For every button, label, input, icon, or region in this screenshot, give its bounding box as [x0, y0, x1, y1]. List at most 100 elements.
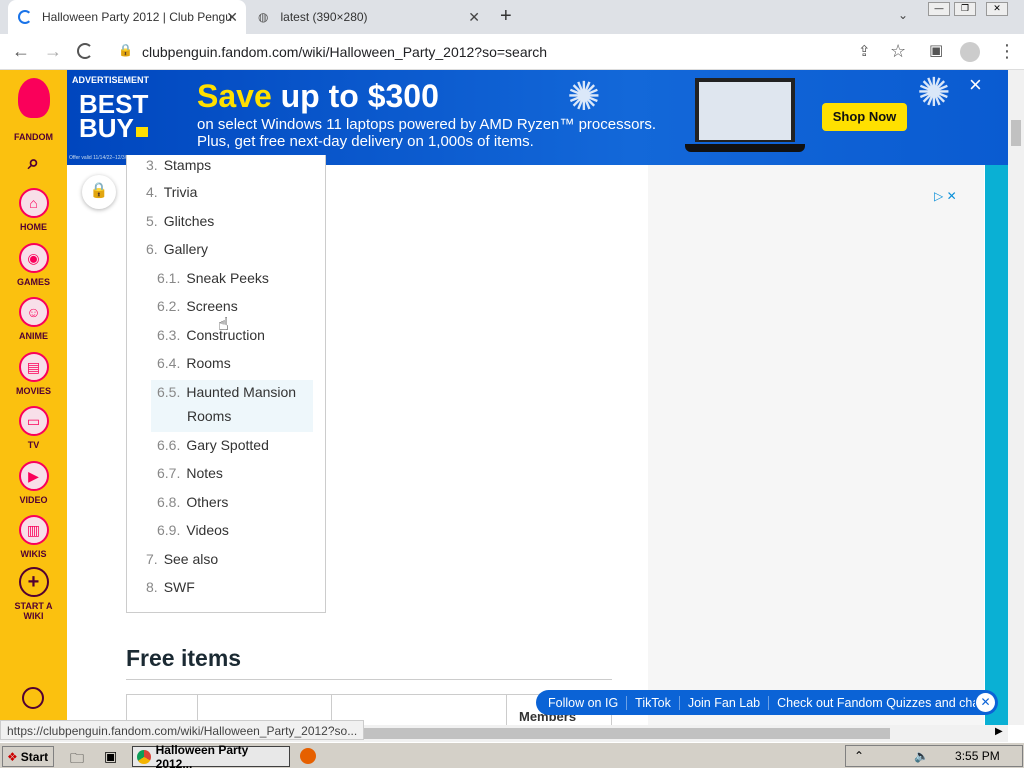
sidebar-item-movies[interactable]: ▤ MOVIES — [0, 352, 67, 396]
clapperboard-icon: ▤ — [18, 352, 49, 382]
tab-bar: Halloween Party 2012 | Club Pengu ✕ ◍ la… — [0, 0, 1024, 34]
new-tab-button[interactable]: + — [500, 5, 512, 28]
search-icon[interactable]: ⌕ — [0, 152, 67, 175]
fandom-sidebar: FANDOM ⌕ ⌂ HOME ◉ GAMES ☺ ANIME ▤ MOVIES ▭ TV… — [0, 70, 67, 725]
toc-item[interactable]: 6. Gallery — [146, 241, 208, 257]
close-icon[interactable]: ✕ — [226, 9, 238, 26]
media-player-icon[interactable]: ▣ — [104, 748, 117, 765]
menu-icon[interactable]: ⋮ — [998, 41, 1016, 62]
laptop-image — [695, 78, 795, 142]
ad-banner[interactable]: ADVERTISEMENT BEST BUY Offer valid 11/14… — [67, 70, 1008, 165]
clock: 3:55 PM — [955, 749, 1000, 763]
firefox-icon[interactable] — [300, 748, 316, 764]
page-background-edge — [985, 165, 1008, 725]
toc-item[interactable]: 6.1. Sneak Peeks — [157, 270, 269, 286]
back-icon[interactable]: ← — [12, 41, 30, 62]
restore-button[interactable]: ❐ — [954, 2, 976, 16]
hand-cursor-icon: ☝ — [218, 314, 229, 334]
chrome-icon — [137, 749, 151, 764]
hscroll-thumb[interactable] — [330, 728, 890, 739]
sparkle-icon: ✺ — [567, 75, 601, 119]
sparkle-icon: ✺ — [917, 71, 951, 115]
tab-halloween-party[interactable]: Halloween Party 2012 | Club Pengu ✕ — [8, 0, 246, 34]
volume-icon: 🔈 — [914, 749, 930, 763]
start-button[interactable]: ❖ Start — [2, 746, 54, 767]
toc-item[interactable]: 6.2. Screens — [157, 298, 238, 314]
follow-bar-close-icon[interactable]: ✕ — [976, 693, 995, 712]
scroll-right-icon[interactable]: ▶ — [995, 726, 1003, 737]
profile-avatar[interactable] — [960, 42, 980, 62]
explorer-icon[interactable]: 🗀 — [70, 748, 84, 768]
heading-rule — [126, 679, 612, 680]
window-close-button[interactable]: ✕ — [986, 2, 1008, 16]
toolbar: ← → 🔒 clubpenguin.fandom.com/wiki/Hallow… — [0, 34, 1024, 70]
toc-item[interactable]: 6.3. Construction — [157, 327, 265, 343]
sidebar-item-wikis[interactable]: ▥ WIKIS — [0, 515, 67, 559]
loading-icon — [18, 10, 32, 24]
forward-icon[interactable]: → — [44, 41, 62, 62]
taskbar: ❖ Start 🗀 ▣ Halloween Party 2012... ⌃ 🔈 3… — [0, 742, 1024, 768]
lock-icon: 🔒 — [118, 43, 133, 57]
toc-item[interactable]: 5. Glitches — [146, 213, 214, 229]
address-bar[interactable]: clubpenguin.fandom.com/wiki/Halloween_Pa… — [142, 44, 547, 60]
share-icon[interactable]: ⇪ — [858, 42, 871, 60]
home-icon: ⌂ — [18, 188, 49, 218]
sidebar-item-home[interactable]: ⌂ HOME — [0, 188, 67, 232]
section-heading: Free items — [126, 645, 242, 671]
fandom-logo-label: FANDOM — [14, 132, 53, 142]
bookmark-star-icon[interactable]: ☆ — [890, 41, 906, 62]
ad-subline-2: Plus, get free next-day delivery on 1,00… — [197, 133, 534, 150]
tab-title: latest (390×280) — [280, 10, 368, 24]
tv-icon: ▭ — [18, 406, 49, 436]
tab-latest[interactable]: ◍ latest (390×280) ✕ — [248, 0, 488, 34]
vertical-scrollbar[interactable] — [1008, 70, 1024, 725]
adchoices-icon[interactable]: ▷ ✕ — [934, 189, 957, 203]
system-tray: ⌃ 🔈 3:55 PM — [845, 745, 1023, 767]
toc-item[interactable]: 4. Trivia — [146, 184, 197, 200]
sidebar-item-video[interactable]: ▶ VIDEO — [0, 461, 67, 505]
right-rail: ▷ ✕ — [648, 165, 984, 725]
toc-item[interactable]: 6.6. Gary Spotted — [157, 437, 269, 453]
minimize-button[interactable]: — — [928, 2, 950, 16]
toc-item[interactable]: 8. SWF — [146, 579, 195, 595]
start-a-wiki[interactable]: + START A WIKI — [0, 567, 67, 621]
shop-now-button[interactable]: Shop Now — [822, 103, 907, 131]
taskbar-window-chrome[interactable]: Halloween Party 2012... — [132, 743, 290, 768]
sidebar-item-games[interactable]: ◉ GAMES — [0, 243, 67, 287]
ad-close-icon[interactable]: × — [969, 72, 982, 98]
tiktok-link[interactable]: TikTok — [627, 695, 680, 710]
follow-bar: Follow on IG TikTok Join Fan Lab Check o… — [536, 690, 998, 715]
lock-toc-icon[interactable]: 🔒 — [82, 175, 116, 209]
sidebar-item-tv[interactable]: ▭ TV — [0, 406, 67, 450]
reload-icon[interactable] — [77, 43, 93, 59]
play-icon: ▶ — [18, 461, 49, 491]
globe-icon: ◍ — [258, 10, 269, 24]
tab-title: Halloween Party 2012 | Club Pengu — [42, 10, 232, 24]
user-icon[interactable] — [22, 687, 44, 709]
quizzes-link[interactable]: Check out Fandom Quizzes and cha — [769, 696, 975, 710]
tray-arrow-icon: ⌃ — [854, 749, 865, 763]
sidepanel-icon[interactable]: ▣ — [929, 41, 943, 59]
toc-item-continued[interactable]: Rooms — [187, 408, 231, 424]
windows-logo-icon: ❖ — [7, 749, 18, 764]
book-icon: ▥ — [18, 515, 49, 545]
toc-item[interactable]: 6.5. Haunted Mansion — [157, 384, 296, 400]
scrollbar-thumb[interactable] — [1011, 120, 1021, 146]
bestbuy-logo: BEST BUY — [79, 89, 149, 143]
gamepad-icon: ◉ — [18, 243, 49, 273]
follow-ig-link[interactable]: Follow on IG — [536, 695, 628, 710]
chevron-down-icon[interactable]: ⌄ — [898, 8, 908, 22]
join-fan-lab-link[interactable]: Join Fan Lab — [680, 695, 770, 710]
close-icon[interactable]: ✕ — [468, 9, 480, 26]
toc-item[interactable]: 6.9. Videos — [157, 522, 229, 538]
ad-headline: Save up to $300 — [197, 78, 439, 114]
toc-item[interactable]: 6.4. Rooms — [157, 355, 231, 371]
sidebar-item-anime[interactable]: ☺ ANIME — [0, 297, 67, 341]
plus-icon: + — [18, 567, 49, 597]
anime-icon: ☺ — [18, 297, 49, 327]
toc-item[interactable]: 6.8. Others — [157, 494, 228, 510]
toc-item[interactable]: 6.7. Notes — [157, 465, 223, 481]
fandom-logo-icon[interactable] — [18, 78, 50, 118]
toc-item[interactable]: 7. See also — [146, 551, 218, 567]
ad-label: ADVERTISEMENT — [72, 75, 150, 85]
